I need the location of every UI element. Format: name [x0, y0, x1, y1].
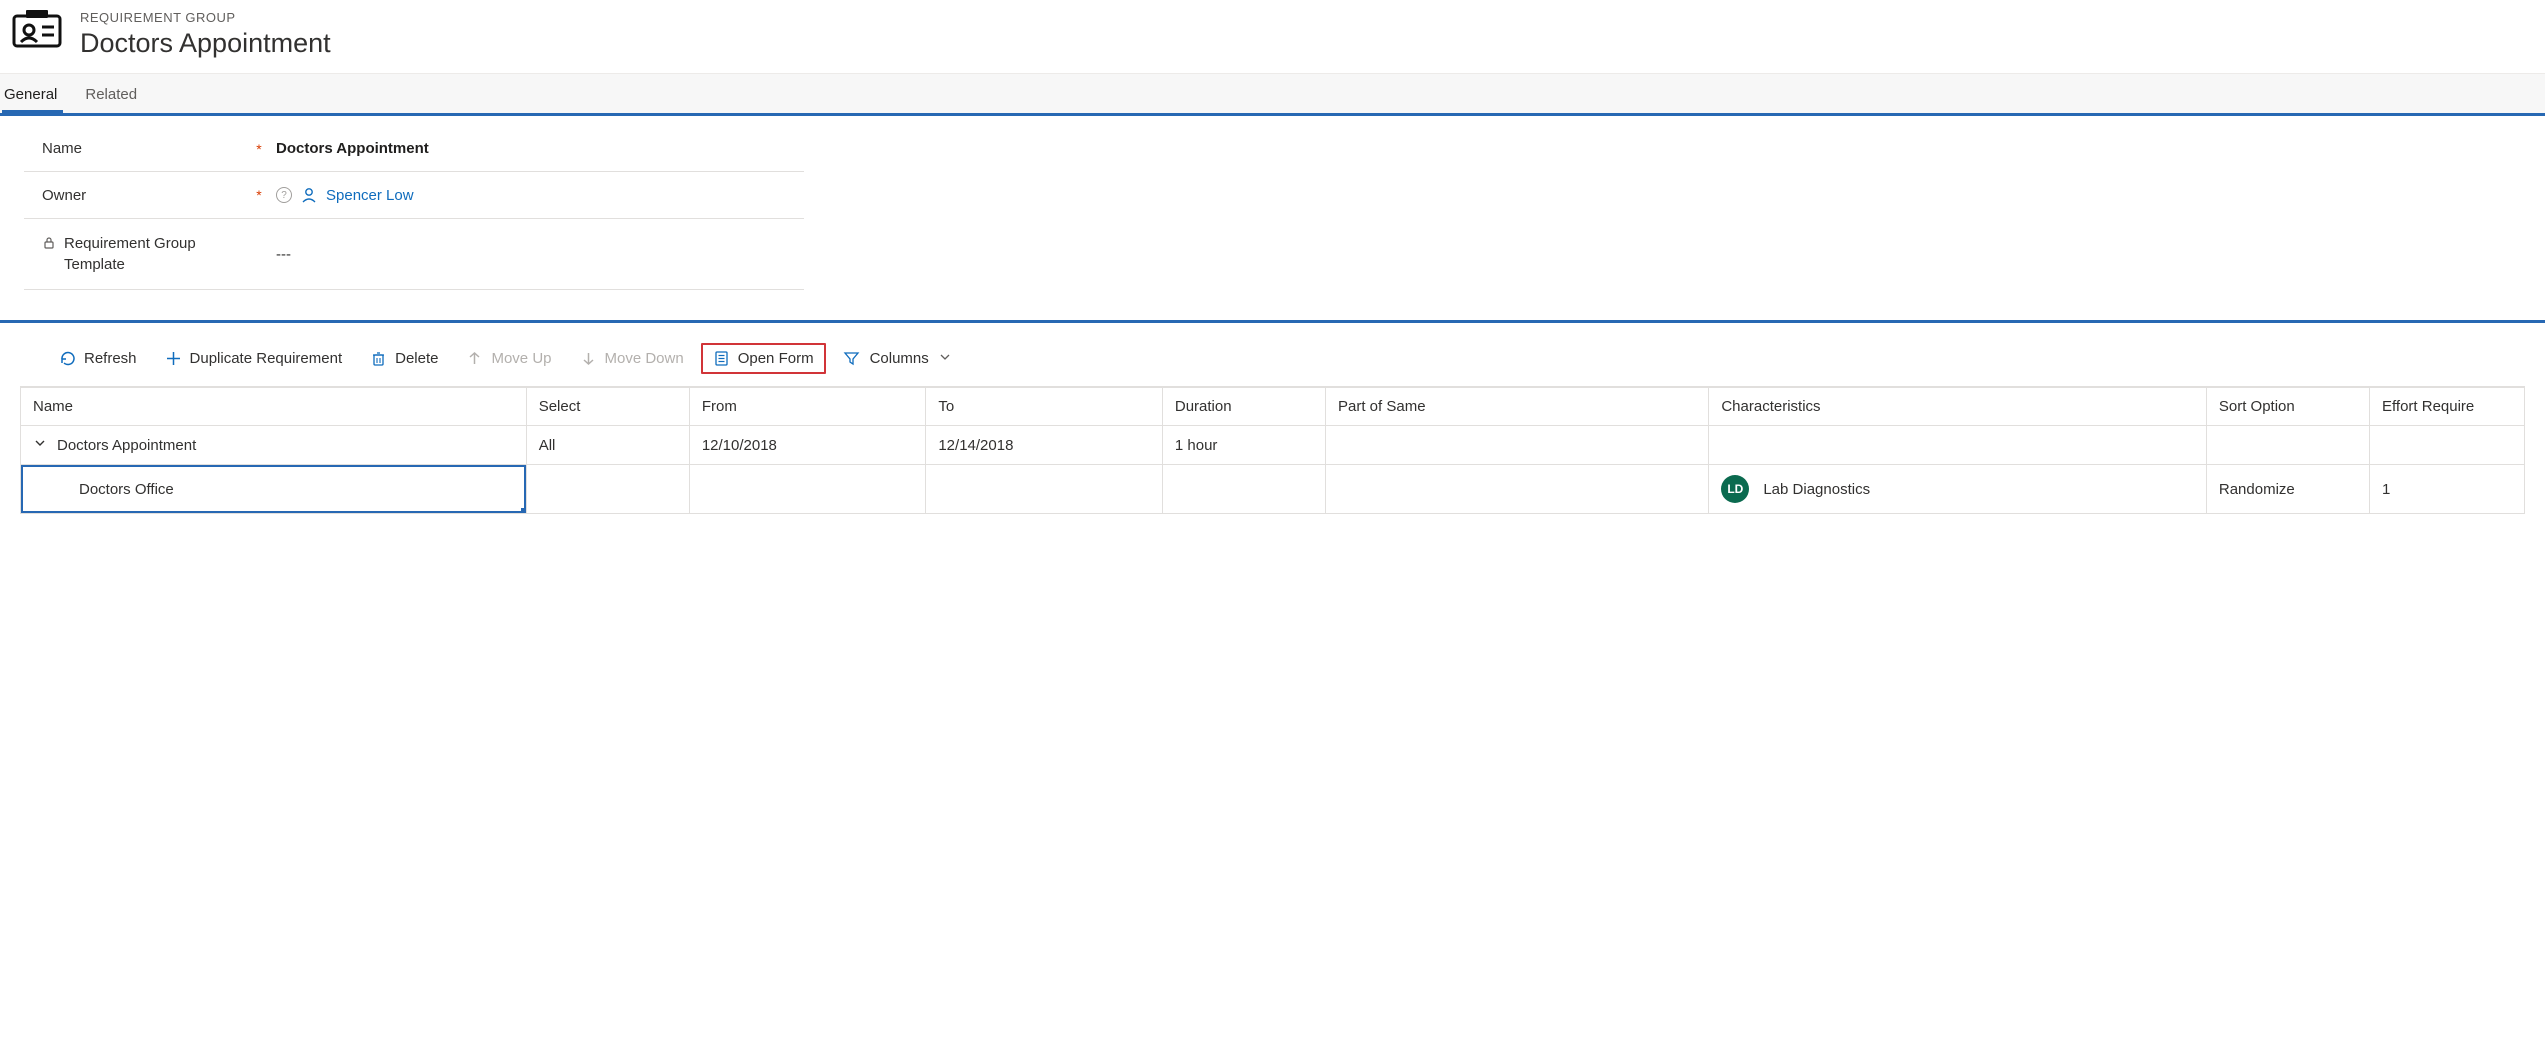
tab-related[interactable]: Related — [85, 74, 155, 113]
required-icon: * — [252, 187, 266, 203]
char-label: Lab Diagnostics — [1763, 481, 1870, 498]
table-row[interactable]: Doctors Office LD Lab Diagnostics Random… — [21, 465, 2525, 514]
delete-button[interactable]: Delete — [359, 345, 449, 372]
required-icon: * — [252, 141, 266, 157]
refresh-button[interactable]: Refresh — [48, 345, 148, 372]
arrow-down-icon — [580, 350, 597, 367]
chevron-down-icon — [939, 350, 951, 367]
row-from[interactable] — [689, 465, 926, 514]
grid-section: Refresh Duplicate Requirement Delete Mov… — [0, 320, 2545, 514]
filter-icon — [843, 350, 860, 367]
grid-toolbar: Refresh Duplicate Requirement Delete Mov… — [0, 333, 2545, 386]
col-effort[interactable]: Effort Require — [2370, 388, 2525, 426]
row-duration[interactable] — [1162, 465, 1325, 514]
row-sort[interactable] — [2206, 426, 2369, 465]
col-part[interactable]: Part of Same — [1326, 388, 1709, 426]
row-select[interactable] — [526, 465, 689, 514]
person-icon — [300, 186, 318, 204]
row-part[interactable] — [1326, 426, 1709, 465]
col-to[interactable]: To — [926, 388, 1163, 426]
template-label: Requirement Group Template — [64, 233, 242, 275]
col-select[interactable]: Select — [526, 388, 689, 426]
table-row[interactable]: Doctors Appointment All 12/10/2018 12/14… — [21, 426, 2525, 465]
duplicate-button[interactable]: Duplicate Requirement — [154, 345, 354, 372]
col-characteristics[interactable]: Characteristics — [1709, 388, 2207, 426]
avatar: LD — [1721, 475, 1749, 503]
requirements-grid: Name Select From To Duration Part of Sam… — [20, 386, 2525, 514]
row-char[interactable]: LD Lab Diagnostics — [1709, 465, 2207, 514]
row-sort[interactable]: Randomize — [2206, 465, 2369, 514]
col-name[interactable]: Name — [21, 388, 527, 426]
page-title: Doctors Appointment — [80, 27, 331, 59]
grid-header-row: Name Select From To Duration Part of Sam… — [21, 388, 2525, 426]
moveup-button: Move Up — [455, 345, 562, 372]
name-label: Name — [42, 140, 82, 157]
movedown-button: Move Down — [569, 345, 695, 372]
row-effort[interactable]: 1 — [2370, 465, 2525, 514]
field-name: Name * Doctors Appointment — [24, 126, 804, 172]
col-duration[interactable]: Duration — [1162, 388, 1325, 426]
lock-icon — [42, 235, 56, 256]
required-spacer — [252, 246, 266, 262]
form-general: Name * Doctors Appointment Owner * ? Spe… — [0, 113, 2545, 320]
field-template: Requirement Group Template --- — [24, 219, 804, 290]
arrow-up-icon — [466, 350, 483, 367]
trash-icon — [370, 350, 387, 367]
row-name: Doctors Appointment — [57, 437, 196, 454]
owner-value[interactable]: Spencer Low — [326, 187, 414, 204]
col-sort[interactable]: Sort Option — [2206, 388, 2369, 426]
header-eyebrow: REQUIREMENT GROUP — [80, 10, 331, 25]
page-header: REQUIREMENT GROUP Doctors Appointment — [0, 0, 2545, 73]
row-part[interactable] — [1326, 465, 1709, 514]
plus-icon — [165, 350, 182, 367]
columns-button[interactable]: Columns — [832, 345, 962, 372]
col-from[interactable]: From — [689, 388, 926, 426]
row-to[interactable] — [926, 465, 1163, 514]
row-duration[interactable]: 1 hour — [1162, 426, 1325, 465]
tabs: General Related — [0, 73, 2545, 113]
row-expand-toggle[interactable]: Doctors Appointment — [33, 436, 196, 454]
form-icon — [713, 350, 730, 367]
row-from[interactable]: 12/10/2018 — [689, 426, 926, 465]
refresh-icon — [59, 350, 76, 367]
name-value[interactable]: Doctors Appointment — [276, 140, 429, 157]
row-char[interactable] — [1709, 426, 2207, 465]
chevron-down-icon — [33, 436, 47, 454]
row-effort[interactable] — [2370, 426, 2525, 465]
template-value[interactable]: --- — [276, 246, 291, 263]
row-name[interactable]: Doctors Office — [79, 481, 174, 498]
field-owner: Owner * ? Spencer Low — [24, 172, 804, 219]
owner-label: Owner — [42, 187, 86, 204]
openform-button[interactable]: Open Form — [701, 343, 826, 374]
row-select[interactable]: All — [526, 426, 689, 465]
info-icon: ? — [276, 187, 292, 203]
tab-general[interactable]: General — [2, 74, 75, 113]
row-to[interactable]: 12/14/2018 — [926, 426, 1163, 465]
record-type-icon — [12, 10, 62, 50]
